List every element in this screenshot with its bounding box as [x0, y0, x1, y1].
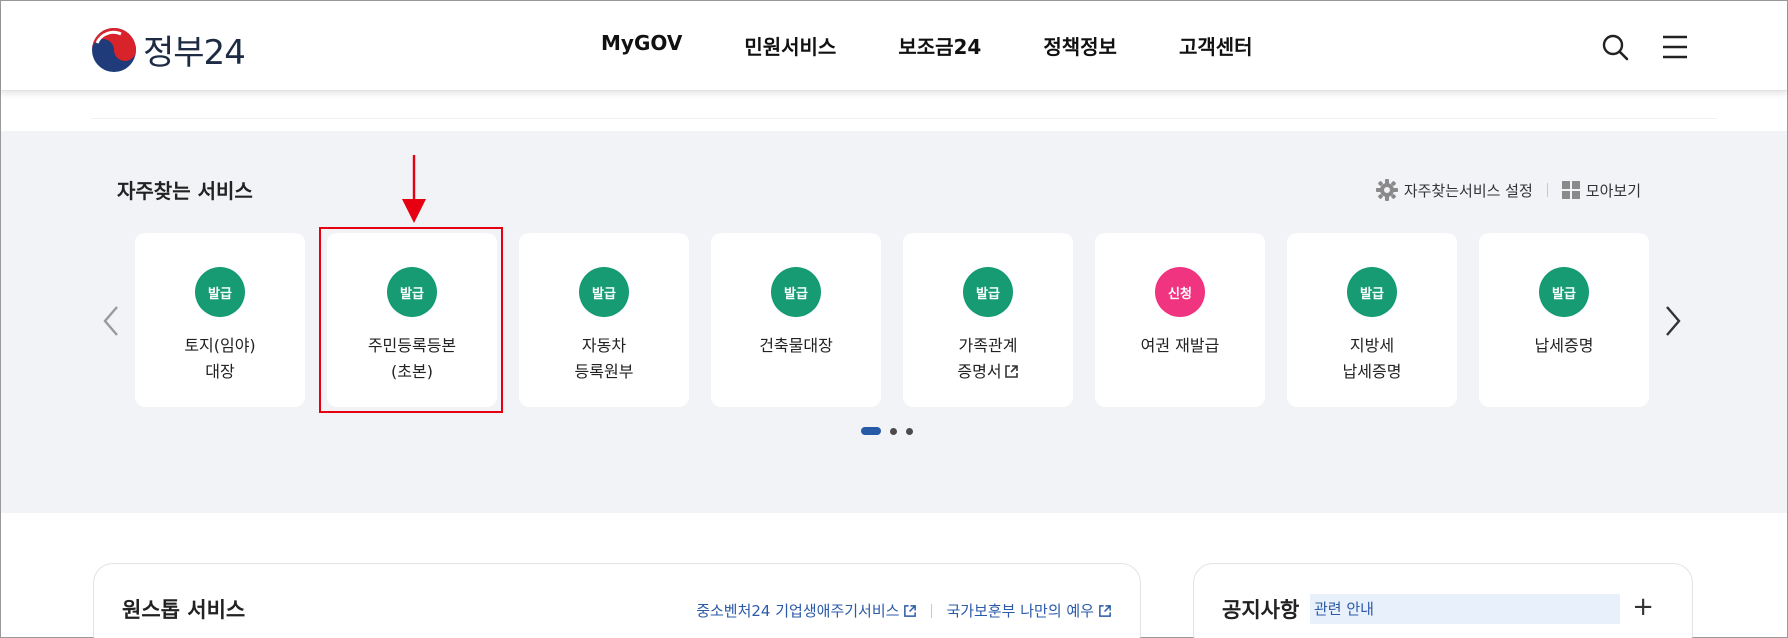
issue-badge: 발급	[963, 267, 1013, 317]
search-icon[interactable]	[1601, 33, 1629, 61]
carousel-prev-icon[interactable]	[99, 301, 123, 341]
view-all-link[interactable]: 모아보기	[1561, 180, 1641, 201]
link-label: 중소벤처24 기업생애주기서비스	[696, 602, 900, 620]
link-sme-venture24[interactable]: 중소벤처24 기업생애주기서비스	[696, 600, 917, 621]
card-label: 납세증명	[1534, 336, 1594, 355]
view-all-label: 모아보기	[1585, 181, 1641, 200]
service-card-passport-reissue[interactable]: 신청 여권 재발급	[1095, 233, 1265, 407]
section-actions: 자주찾는서비스 설정 모아보기	[1375, 179, 1641, 201]
action-divider	[1546, 183, 1548, 197]
issue-badge: 발급	[771, 267, 821, 317]
onestop-title: 원스톱 서비스	[122, 598, 246, 622]
card-label: 지방세 납세증명	[1342, 336, 1402, 381]
strip-divider	[91, 91, 1717, 119]
card-label: 여권 재발급	[1140, 336, 1220, 355]
nav-civil-service[interactable]: 민원서비스	[744, 31, 836, 60]
section-title: 자주찾는 서비스	[117, 179, 253, 203]
issue-badge: 발급	[387, 267, 437, 317]
link-divider	[931, 603, 933, 618]
apply-badge: 신청	[1155, 267, 1205, 317]
issue-badge: 발급	[579, 267, 629, 317]
notice-item[interactable]: 관련 안내	[1310, 594, 1620, 624]
service-card-land-register[interactable]: 발급 토지(임야) 대장	[135, 233, 305, 407]
frequent-services-section: 자주찾는 서비스 자주찾는서비스 설정 모아보기 발급 토지(임야) 대장 발급…	[1, 131, 1787, 513]
main-nav: MyGOV 민원서비스 보조금24 정책정보 고객센터	[601, 31, 1253, 60]
header-sub-strip	[1, 91, 1787, 131]
notice-panel: 공지사항 관련 안내 +	[1193, 563, 1693, 638]
red-arrow-annotation-icon	[402, 155, 426, 223]
site-header: 정부24 MyGOV 민원서비스 보조금24 정책정보 고객센터	[1, 1, 1787, 91]
service-card-vehicle-register[interactable]: 발급 자동차 등록원부	[519, 233, 689, 407]
notice-more-button[interactable]: +	[1632, 592, 1654, 622]
issue-badge: 발급	[1347, 267, 1397, 317]
hamburger-menu-icon[interactable]	[1661, 33, 1689, 61]
settings-label: 자주찾는서비스 설정	[1403, 181, 1533, 200]
issue-badge: 발급	[195, 267, 245, 317]
service-card-list: 발급 토지(임야) 대장 발급 주민등록등본 (초본) 발급 자동차 등록원부 …	[135, 233, 1649, 407]
external-link-icon	[1004, 365, 1018, 378]
card-label-wrap: 가족관계 증명서	[957, 333, 1018, 385]
card-label: 자동차 등록원부	[574, 336, 634, 381]
settings-link[interactable]: 자주찾는서비스 설정	[1375, 179, 1533, 201]
service-card-local-tax-cert[interactable]: 발급 지방세 납세증명	[1287, 233, 1457, 407]
link-label: 국가보훈부 나만의 예우	[946, 602, 1094, 620]
card-label: 토지(임야) 대장	[184, 336, 256, 381]
service-card-tax-cert[interactable]: 발급 납세증명	[1479, 233, 1649, 407]
grid-icon	[1561, 181, 1580, 199]
card-label: 주민등록등본 (초본)	[367, 336, 457, 381]
link-veterans-honor[interactable]: 국가보훈부 나만의 예우	[946, 600, 1112, 621]
nav-subsidy24[interactable]: 보조금24	[898, 31, 981, 60]
onestop-panel: 원스톱 서비스 중소벤처24 기업생애주기서비스 국가보훈부 나만의 예우	[93, 563, 1141, 638]
nav-policy-info[interactable]: 정책정보	[1043, 31, 1117, 60]
nav-mygov[interactable]: MyGOV	[601, 31, 682, 60]
page-dot-1[interactable]	[861, 427, 881, 435]
logo-text: 정부24	[143, 33, 246, 73]
carousel-next-icon[interactable]	[1661, 301, 1685, 341]
page-dot-2[interactable]	[890, 427, 897, 435]
external-link-icon	[1099, 604, 1111, 617]
taegeuk-logo-icon	[92, 27, 136, 72]
page-dot-3[interactable]	[906, 427, 913, 435]
card-label: 건축물대장	[759, 336, 833, 355]
nav-customer-center[interactable]: 고객센터	[1179, 31, 1253, 60]
service-card-family-relation[interactable]: 발급 가족관계 증명서	[903, 233, 1073, 407]
site-logo[interactable]: 정부24	[91, 25, 246, 74]
carousel-pagination	[861, 427, 913, 435]
issue-badge: 발급	[1539, 267, 1589, 317]
onestop-links: 중소벤처24 기업생애주기서비스 국가보훈부 나만의 예우	[696, 600, 1112, 621]
service-card-building-register[interactable]: 발급 건축물대장	[711, 233, 881, 407]
gear-icon	[1375, 179, 1398, 201]
notice-title: 공지사항	[1222, 598, 1300, 622]
service-card-resident-register[interactable]: 발급 주민등록등본 (초본)	[327, 233, 497, 407]
external-link-icon	[904, 604, 917, 617]
